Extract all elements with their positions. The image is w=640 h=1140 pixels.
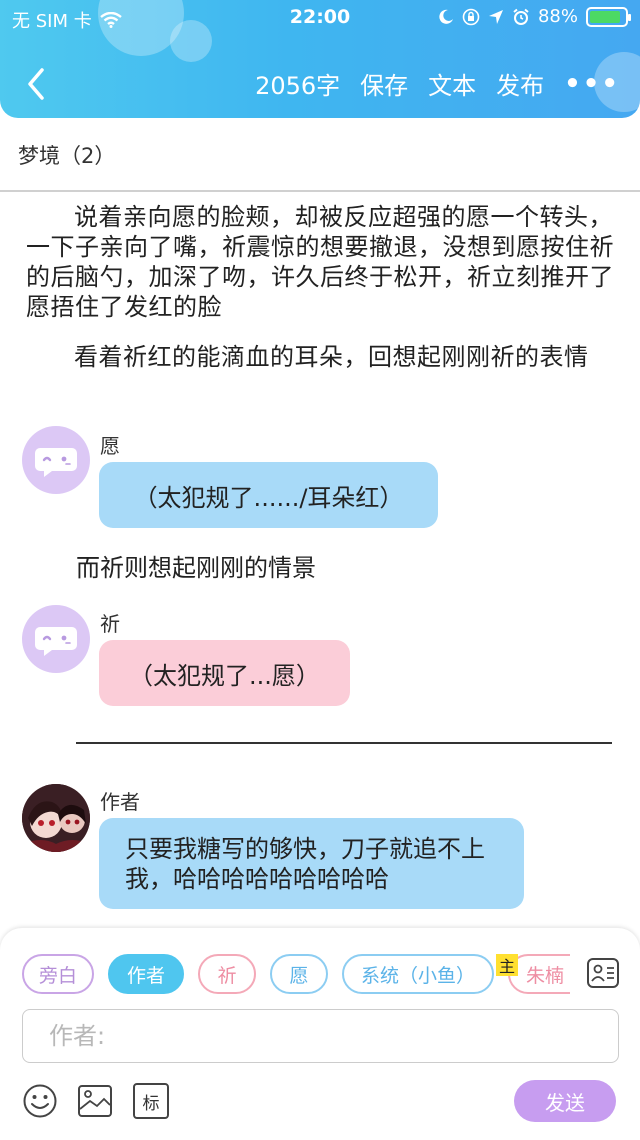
separator-line: [76, 742, 612, 744]
role-chip-author[interactable]: 作者: [108, 954, 184, 994]
speaker-name: 祈: [100, 612, 120, 636]
title-divider: [0, 190, 640, 192]
avatar-yuan[interactable]: [22, 426, 90, 494]
emoji-icon[interactable]: [22, 1083, 58, 1119]
message-input[interactable]: [22, 1009, 619, 1063]
role-chip-qi[interactable]: 祈: [198, 954, 256, 994]
role-chip-yuan[interactable]: 愿: [270, 954, 328, 994]
chat-bot-icon: [35, 448, 77, 477]
image-icon[interactable]: [77, 1083, 113, 1119]
send-button[interactable]: 发送: [514, 1080, 616, 1122]
tag-button[interactable]: 标: [133, 1083, 169, 1119]
location-icon: [488, 9, 503, 24]
role-chip-system[interactable]: 系统（小鱼）: [342, 954, 494, 994]
battery-percent: 88%: [537, 6, 578, 27]
speaker-name: 愿: [100, 434, 120, 458]
top-header: 无 SIM 卡 22:00 88% 2056字 保存 文本 发布 •••: [0, 0, 640, 118]
nav-actions: 2056字 保存 文本 发布 •••: [255, 66, 620, 101]
alarm-icon: [513, 8, 529, 25]
narration-paragraph[interactable]: 看着祈红的能滴血的耳朵，回想起刚刚祈的表情: [26, 342, 616, 372]
chat-bubble[interactable]: （太犯规了...愿）: [99, 640, 350, 706]
chat-bot-icon: [35, 627, 77, 656]
speaker-name: 作者: [100, 790, 140, 814]
role-chip-narrator[interactable]: 旁白: [22, 954, 94, 994]
rotation-lock-icon: [462, 8, 480, 25]
main-role-badge: 主: [496, 954, 518, 976]
avatar-qi[interactable]: [22, 605, 90, 673]
status-right: 88%: [438, 6, 631, 27]
nav-bar: 2056字 保存 文本 发布 •••: [0, 58, 640, 108]
battery-fill: [590, 10, 620, 23]
moon-icon: [439, 9, 453, 24]
chapter-title[interactable]: 梦境（2）: [18, 140, 115, 170]
back-arrow-icon[interactable]: [18, 62, 58, 102]
text-button[interactable]: 文本: [428, 66, 476, 101]
role-selector: 旁白 作者 祈 愿 系统（小鱼） 朱楠: [22, 954, 570, 994]
publish-button[interactable]: 发布: [496, 66, 544, 101]
save-button[interactable]: 保存: [360, 66, 408, 101]
status-bar: 无 SIM 卡 22:00 88%: [0, 0, 640, 36]
avatar-author[interactable]: [22, 784, 90, 852]
author-avatar-image: [22, 784, 90, 852]
narration-line[interactable]: 而祈则想起刚刚的情景: [76, 548, 316, 583]
narration-paragraph[interactable]: 说着亲向愿的脸颊，却被反应超强的愿一个转头，一下子亲向了嘴，祈震惊的想要撤退，没…: [26, 202, 616, 322]
battery-icon: [586, 6, 631, 27]
more-icon[interactable]: •••: [564, 69, 620, 99]
character-list-icon[interactable]: [586, 956, 620, 990]
word-count: 2056字: [255, 72, 341, 100]
chat-bubble[interactable]: （太犯规了....../耳朵红）: [99, 462, 438, 528]
chat-bubble[interactable]: 只要我糖写的够快，刀子就追不上我，哈哈哈哈哈哈哈哈哈: [99, 818, 524, 909]
